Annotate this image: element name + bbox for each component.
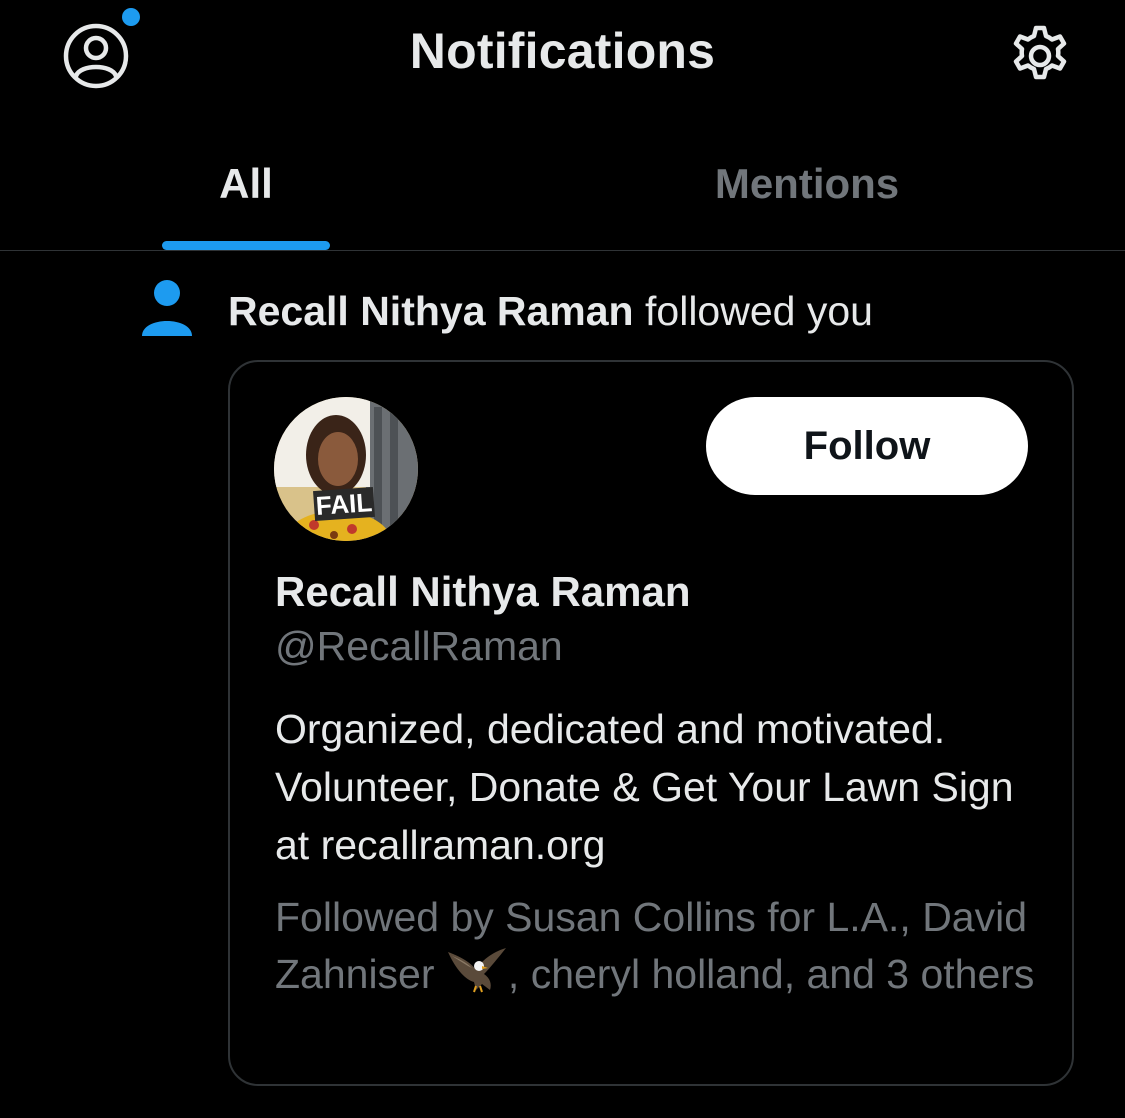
gear-icon — [1013, 25, 1067, 80]
avatar[interactable]: FAIL — [274, 397, 418, 541]
notification-action: followed you — [645, 288, 873, 334]
notification-text: Recall Nithya Raman followed you — [228, 288, 873, 335]
active-tab-indicator — [162, 241, 330, 250]
page-title: Notifications — [409, 23, 716, 79]
followed-by-suffix: , cheryl holland, and 3 others — [507, 951, 1035, 997]
tab-mentions[interactable]: Mentions — [672, 160, 942, 208]
tab-all[interactable]: All — [163, 160, 329, 208]
svg-text:FAIL: FAIL — [315, 487, 373, 521]
settings-button[interactable] — [1006, 22, 1074, 90]
avatar-fail-text: FAIL — [313, 486, 375, 522]
notification-actor[interactable]: Recall Nithya Raman — [228, 288, 634, 334]
card-bio: Organized, dedicated and motivated. Volu… — [275, 706, 1014, 868]
card-handle[interactable]: @RecallRaman — [275, 623, 563, 670]
follow-button[interactable]: Follow — [706, 397, 1028, 495]
eagle-emoji-icon — [446, 944, 508, 994]
card-display-name[interactable]: Recall Nithya Raman — [275, 568, 691, 616]
person-icon — [140, 278, 194, 338]
followed-by-text: Followed by Susan Collins for L.A., Davi… — [275, 890, 1045, 1001]
tabs-divider — [0, 250, 1125, 251]
